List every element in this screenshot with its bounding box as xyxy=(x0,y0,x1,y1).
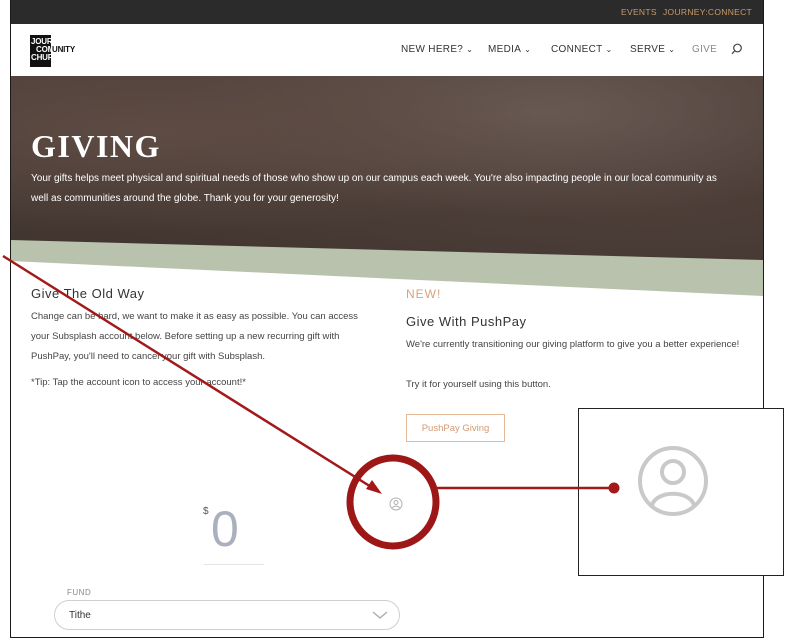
hero-banner: GIVING Your gifts helps meet physical an… xyxy=(11,76,763,261)
nav-new-here[interactable]: NEW HERE? ⌄ xyxy=(401,44,473,55)
chevron-down-icon: ⌄ xyxy=(605,45,613,54)
page-title: GIVING xyxy=(31,128,161,164)
events-link[interactable]: EVENTS xyxy=(621,7,657,17)
fund-label: FUND xyxy=(67,588,92,597)
top-bar: EVENTS JOURNEY:CONNECT xyxy=(11,0,763,24)
nav-label: MEDIA xyxy=(488,44,522,55)
fund-select[interactable]: Tithe xyxy=(54,600,400,630)
nav-give[interactable]: GIVE xyxy=(692,44,717,55)
pushpay-text: We're currently transitioning our giving… xyxy=(406,339,740,350)
pushpay-title: Give With PushPay xyxy=(406,314,527,329)
old-way-title: Give The Old Way xyxy=(31,286,145,301)
nav-serve[interactable]: SERVE ⌄ xyxy=(630,44,675,55)
logo-text-church: CHURCH xyxy=(31,53,65,62)
chevron-down-icon: ⌄ xyxy=(524,45,532,54)
hero-text: Your gifts helps meet physical and spiri… xyxy=(31,173,717,204)
old-way-tip: *Tip: Tap the account icon to access you… xyxy=(31,377,246,388)
site-header: JOURNEY COMM UNITY CHURCH NEW HERE? ⌄ MED… xyxy=(11,24,763,76)
chevron-down-icon: ⌄ xyxy=(668,45,676,54)
zoom-callout xyxy=(578,408,784,576)
pushpay-giving-button[interactable]: PushPay Giving xyxy=(406,414,505,442)
currency-symbol: $ xyxy=(203,506,209,517)
fund-value: Tithe xyxy=(69,610,91,621)
account-icon[interactable] xyxy=(389,497,403,511)
amount-value: 0 xyxy=(211,501,239,557)
amount-input[interactable]: $ 0 xyxy=(203,498,264,565)
old-way-text: Change can be hard, we want to make it a… xyxy=(31,311,358,362)
search-icon[interactable] xyxy=(731,43,743,55)
nav-media[interactable]: MEDIA ⌄ xyxy=(488,44,531,55)
nav-label: NEW HERE? xyxy=(401,44,464,55)
pushpay-try-text: Try it for yourself using this button. xyxy=(406,379,551,390)
nav-label: CONNECT xyxy=(551,44,603,55)
journey-connect-link[interactable]: JOURNEY:CONNECT xyxy=(663,7,752,17)
new-label: NEW! xyxy=(406,287,442,301)
church-logo[interactable]: JOURNEY COMM UNITY CHURCH xyxy=(30,35,96,69)
chevron-down-icon: ⌄ xyxy=(466,45,474,54)
nav-label: SERVE xyxy=(630,44,666,55)
chevron-down-icon xyxy=(372,611,388,619)
nav-connect[interactable]: CONNECT ⌄ xyxy=(551,44,613,55)
account-icon xyxy=(638,446,708,516)
